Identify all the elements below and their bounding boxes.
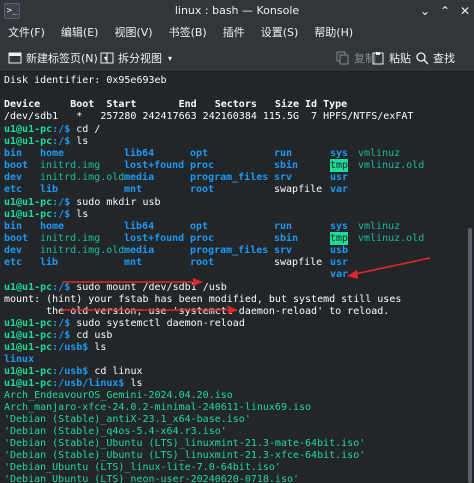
annotation-arrowhead [347,270,358,279]
annotation-arrow [354,257,431,275]
annotation-arrowhead [228,306,238,314]
annotation-overlay [62,257,431,314]
annotation-arrowhead [193,278,203,286]
